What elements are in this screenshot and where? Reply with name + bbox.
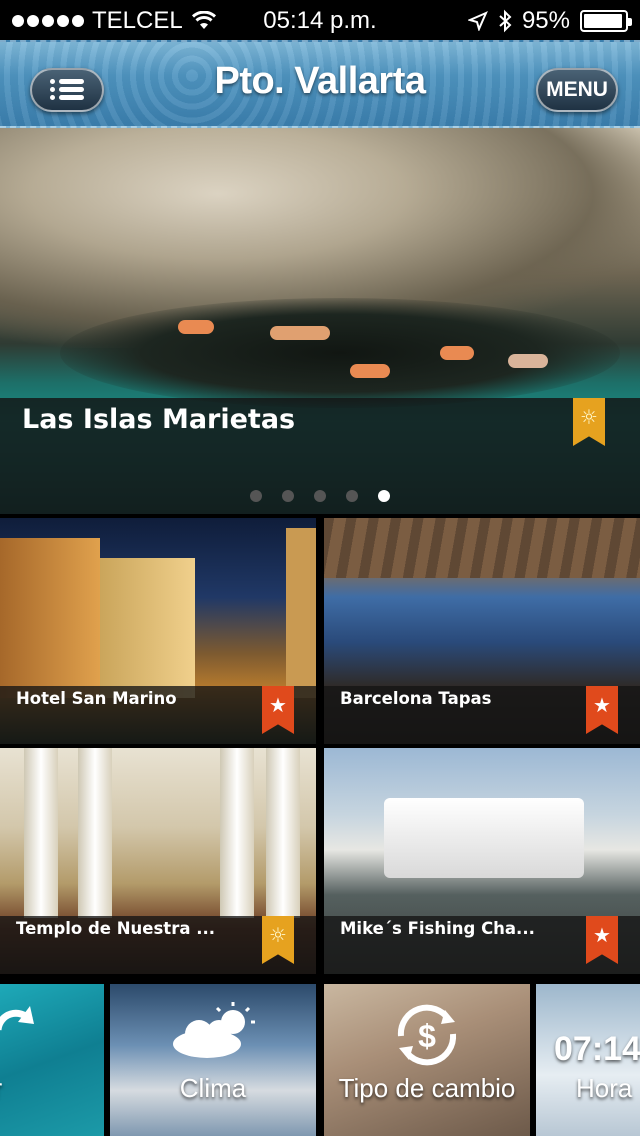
shortcut-label: Hora: [576, 1073, 633, 1103]
tile-photo: [78, 748, 112, 918]
carousel-dot[interactable]: [314, 490, 326, 502]
tile-title: Barcelona Tapas: [340, 689, 492, 708]
navigation-bar: Pto. Vallarta MENU: [0, 40, 640, 128]
shortcut-label: alizar: [0, 1073, 2, 1104]
hero-photo-detail: [440, 346, 474, 360]
bluetooth-icon: [499, 9, 512, 33]
shortcut-label: Clima: [179, 1073, 247, 1103]
carousel-dot[interactable]: [250, 490, 262, 502]
tile-title: Templo de Nuestra ...: [16, 919, 216, 938]
shortcut-time[interactable]: 07:14 Hora: [536, 984, 640, 1136]
tile-photo: [24, 748, 58, 918]
location-arrow-icon: [467, 11, 488, 31]
battery-percent: 95%: [521, 7, 570, 34]
shortcut-weather[interactable]: Clima: [110, 984, 316, 1136]
hero-title[interactable]: Las Islas Marietas: [22, 404, 295, 435]
shortcut-label: Tipo de cambio: [338, 1073, 516, 1103]
tile-photo: [220, 748, 254, 918]
tile-mikes-fishing[interactable]: Mike´s Fishing Cha... ★: [324, 748, 640, 974]
featured-carousel[interactable]: Las Islas Marietas ☼: [0, 128, 640, 514]
tile-templo[interactable]: Templo de Nuestra ... ☼: [0, 748, 316, 974]
svg-text:$: $: [418, 1018, 436, 1054]
menu-button[interactable]: MENU: [536, 68, 618, 112]
shortcut-refresh[interactable]: alizar: [0, 984, 104, 1136]
shortcut-exchange-rate[interactable]: $ Tipo de cambio: [324, 984, 530, 1136]
tile-photo: [100, 558, 195, 698]
hero-photo-detail: [350, 364, 390, 378]
carousel-dot[interactable]: [378, 490, 390, 502]
status-bar: TELCEL 05:14 p.m. 95%: [0, 0, 640, 40]
weather-cloud-sun-icon: [110, 1000, 316, 1064]
tile-photo: [324, 518, 640, 578]
tile-hotel-san-marino[interactable]: Hotel San Marino ★: [0, 518, 316, 744]
hero-photo-detail: [508, 354, 548, 368]
carousel-dot[interactable]: [346, 490, 358, 502]
battery-icon: [580, 10, 632, 32]
tile-photo: [266, 748, 300, 918]
tile-photo: [286, 528, 316, 698]
clock-icon: 07:14: [554, 1030, 640, 1068]
carousel-page-indicator[interactable]: [0, 490, 640, 502]
status-right: 95%: [467, 7, 632, 35]
refresh-icon: [0, 1000, 104, 1060]
carousel-dot[interactable]: [282, 490, 294, 502]
currency-exchange-icon: $: [324, 1000, 530, 1070]
tile-barcelona-tapas[interactable]: Barcelona Tapas ★: [324, 518, 640, 744]
hero-photo-detail: [270, 326, 330, 340]
tile-photo: [0, 538, 100, 698]
tile-title: Hotel San Marino: [16, 689, 177, 708]
tile-photo: [384, 798, 584, 878]
hero-photo-shadow: [60, 298, 620, 408]
tile-title: Mike´s Fishing Cha...: [340, 919, 535, 938]
hero-photo-detail: [178, 320, 214, 334]
